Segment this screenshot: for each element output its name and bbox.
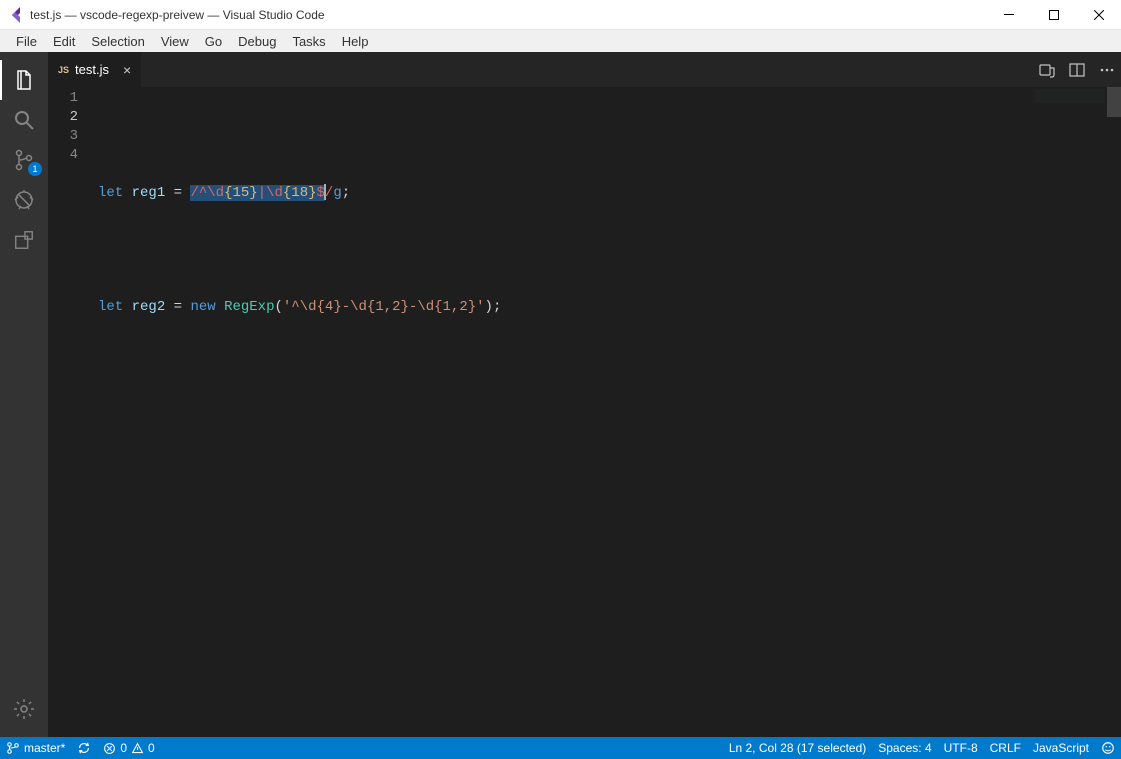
menu-file[interactable]: File <box>8 34 45 49</box>
activity-scm[interactable]: 1 <box>0 140 48 180</box>
status-encoding[interactable]: UTF-8 <box>938 737 984 759</box>
branch-icon <box>6 741 20 755</box>
status-sync[interactable] <box>71 737 97 759</box>
activity-debug[interactable] <box>0 180 48 220</box>
line-number: 1 <box>48 89 78 108</box>
status-language[interactable]: JavaScript <box>1027 737 1095 759</box>
menu-selection[interactable]: Selection <box>83 34 152 49</box>
activity-search[interactable] <box>0 100 48 140</box>
minimap[interactable] <box>1035 89 1105 103</box>
js-file-icon: JS <box>58 65 69 75</box>
vscode-logo-icon <box>8 7 24 23</box>
vertical-scrollbar[interactable] <box>1107 87 1121 117</box>
activity-settings[interactable] <box>0 689 48 729</box>
line-number: 4 <box>48 146 78 165</box>
smiley-icon <box>1101 741 1115 755</box>
status-branch[interactable]: master* <box>0 737 71 759</box>
code-line <box>98 127 501 146</box>
menu-go[interactable]: Go <box>197 34 230 49</box>
tab-actions <box>1039 52 1121 87</box>
error-icon <box>103 742 116 755</box>
tabs: JS test.js × <box>48 52 1121 87</box>
tab-close-icon[interactable]: × <box>123 62 131 78</box>
menu-debug[interactable]: Debug <box>230 34 284 49</box>
menu-help[interactable]: Help <box>334 34 377 49</box>
line-number: 2 <box>48 108 78 127</box>
status-spaces[interactable]: Spaces: 4 <box>872 737 937 759</box>
code[interactable]: let reg1 = /^\d{15}|\d{18}$/g; let reg2 … <box>98 87 501 737</box>
warning-icon <box>131 742 144 755</box>
code-line: let reg1 = /^\d{15}|\d{18}$/g; <box>98 184 501 203</box>
status-feedback[interactable] <box>1095 737 1121 759</box>
line-number: 3 <box>48 127 78 146</box>
editor-area: JS test.js × 1 2 3 4 <box>48 52 1121 737</box>
tab-testjs[interactable]: JS test.js × <box>48 52 142 87</box>
window-controls <box>986 0 1121 29</box>
statusbar: master* 0 0 Ln 2, Col 28 (17 selected) S… <box>0 737 1121 759</box>
titlebar: test.js — vscode-regexp-preivew — Visual… <box>0 0 1121 30</box>
error-count: 0 <box>120 741 127 755</box>
activity-explorer[interactable] <box>0 60 48 100</box>
close-button[interactable] <box>1076 0 1121 29</box>
activitybar: 1 <box>0 52 48 737</box>
main: 1 JS test.js × <box>0 52 1121 737</box>
scm-badge: 1 <box>28 162 42 176</box>
branch-label: master* <box>24 741 65 755</box>
menu-edit[interactable]: Edit <box>45 34 83 49</box>
menu-view[interactable]: View <box>153 34 197 49</box>
tab-filename: test.js <box>75 62 109 77</box>
maximize-button[interactable] <box>1031 0 1076 29</box>
status-selection[interactable]: Ln 2, Col 28 (17 selected) <box>723 737 872 759</box>
warning-count: 0 <box>148 741 155 755</box>
code-line: let reg2 = new RegExp('^\d{4}-\d{1,2}-\d… <box>98 298 501 317</box>
menu-tasks[interactable]: Tasks <box>284 34 333 49</box>
split-editor-icon[interactable] <box>1069 62 1085 78</box>
status-problems[interactable]: 0 0 <box>97 737 160 759</box>
regexp-preview-icon[interactable] <box>1039 62 1055 78</box>
status-eol[interactable]: CRLF <box>984 737 1027 759</box>
menubar: File Edit Selection View Go Debug Tasks … <box>0 30 1121 52</box>
activity-extensions[interactable] <box>0 220 48 260</box>
window-title: test.js — vscode-regexp-preivew — Visual… <box>30 8 325 22</box>
more-actions-icon[interactable] <box>1099 62 1115 78</box>
editor-content[interactable]: 1 2 3 4 let reg1 = /^\d{15}|\d{18}$/g; l… <box>48 87 1121 737</box>
sync-icon <box>77 741 91 755</box>
minimize-button[interactable] <box>986 0 1031 29</box>
line-gutter: 1 2 3 4 <box>48 87 98 737</box>
code-line <box>98 241 501 260</box>
